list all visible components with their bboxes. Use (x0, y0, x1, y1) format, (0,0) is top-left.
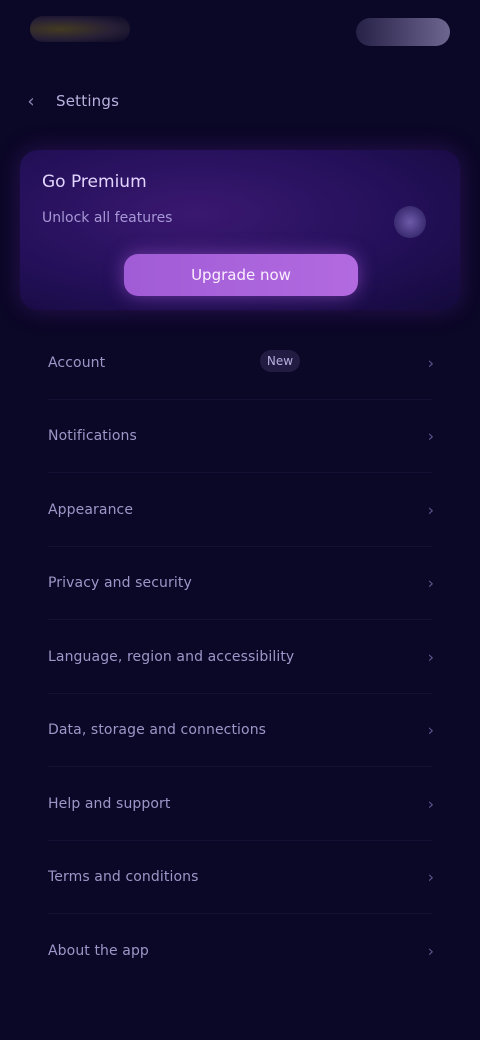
status-badge: New (260, 350, 300, 372)
premium-promo-card: Go Premium Unlock all features Upgrade n… (20, 150, 460, 310)
settings-list: Account New › Notifications › Appearance… (28, 326, 452, 988)
chevron-right-icon: › (427, 426, 434, 446)
list-item[interactable]: Terms and conditions › (28, 841, 452, 915)
list-item[interactable]: Language, region and accessibility › (28, 620, 452, 694)
chevron-right-icon: › (427, 500, 434, 520)
crown-icon (394, 206, 426, 238)
chevron-right-icon: › (427, 573, 434, 593)
promo-title: Go Premium (42, 172, 147, 192)
item-label: Notifications (48, 428, 137, 445)
top-bar (0, 0, 480, 64)
list-item[interactable]: Appearance › (28, 473, 452, 547)
list-item[interactable]: Notifications › (28, 400, 452, 474)
chevron-right-icon: › (427, 647, 434, 667)
list-item[interactable]: Privacy and security › (28, 547, 452, 621)
item-label: Terms and conditions (48, 869, 199, 886)
list-item[interactable]: Data, storage and connections › (28, 694, 452, 768)
item-label: Appearance (48, 501, 134, 518)
item-label: Help and support (48, 795, 171, 812)
list-item[interactable]: About the app › (28, 914, 452, 988)
list-item[interactable]: Account New › (28, 326, 452, 400)
chevron-right-icon: › (427, 867, 434, 887)
item-label: Account (48, 354, 106, 371)
app-logo (30, 16, 130, 42)
promo-subtitle: Unlock all features (42, 210, 173, 226)
chevron-right-icon: › (427, 720, 434, 740)
chevron-right-icon: › (427, 794, 434, 814)
back-arrow-icon[interactable]: ‹ (20, 90, 42, 112)
item-label: Language, region and accessibility (48, 648, 295, 665)
item-label: Privacy and security (48, 575, 192, 592)
upgrade-button[interactable]: Upgrade now (124, 254, 358, 296)
chevron-right-icon: › (427, 941, 434, 961)
settings-screen: ‹ Settings Go Premium Unlock all feature… (0, 0, 480, 1040)
item-label: About the app (48, 942, 149, 959)
chevron-right-icon: › (427, 353, 434, 373)
profile-chip[interactable] (356, 18, 450, 46)
item-label: Data, storage and connections (48, 722, 267, 739)
back-navigation[interactable]: ‹ Settings (20, 84, 119, 118)
list-item[interactable]: Help and support › (28, 767, 452, 841)
back-label[interactable]: Settings (56, 92, 119, 110)
